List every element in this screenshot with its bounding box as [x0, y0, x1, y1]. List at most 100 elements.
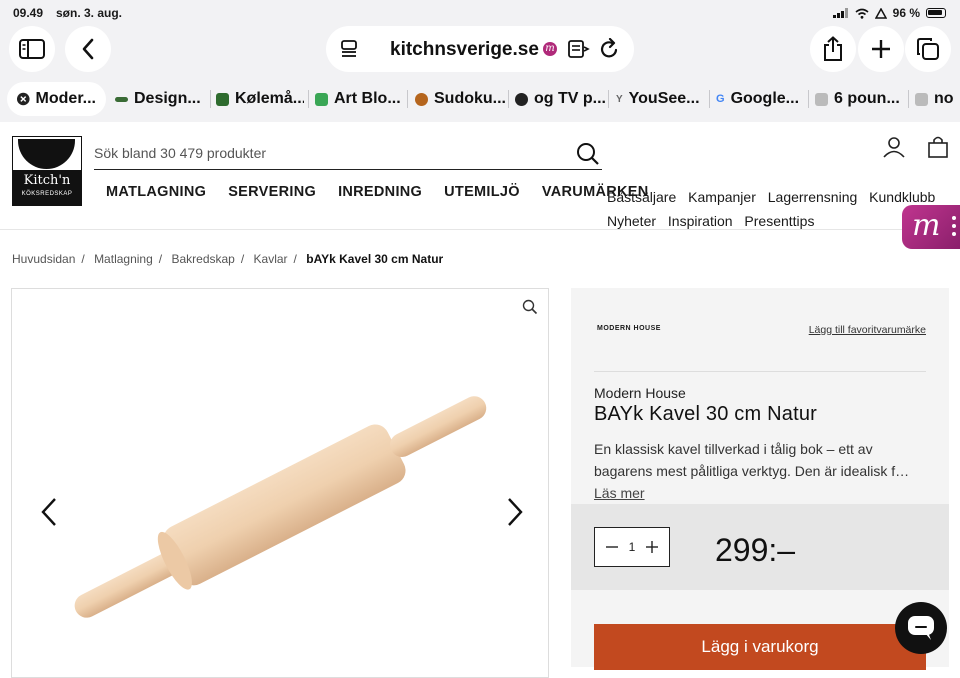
- page-menu-icon: [341, 40, 357, 57]
- nav-bastsaljare[interactable]: Bästsäljare: [607, 189, 676, 205]
- nav-presenttips[interactable]: Presenttips: [744, 213, 814, 229]
- address-bar[interactable]: kitchnsverige.se m: [326, 26, 634, 72]
- tab-label: Sudoku...: [434, 90, 505, 107]
- generic-favicon-icon: [815, 92, 828, 106]
- tab-bar: Moder... Design... Kølemå... Art Blo... …: [0, 76, 960, 122]
- account-icon[interactable]: [883, 136, 905, 158]
- zoom-icon[interactable]: [522, 299, 538, 315]
- site-logo[interactable]: Kitch'n KÖKSREDSKAP: [12, 136, 82, 206]
- chat-icon: [908, 616, 934, 640]
- nav-servering[interactable]: SERVERING: [228, 184, 316, 200]
- breadcrumb-current: bAYk Kavel 30 cm Natur: [306, 252, 444, 266]
- tab-modern[interactable]: Moder...: [7, 82, 106, 116]
- tv-favicon-icon: [515, 92, 528, 106]
- tab-label: Art Blo...: [334, 90, 401, 107]
- back-button[interactable]: [65, 26, 111, 72]
- tab-label: Design...: [134, 90, 201, 107]
- secondary-nav: Bästsäljare Kampanjer Lagerrensning Kund…: [607, 185, 947, 233]
- close-icon[interactable]: [17, 92, 30, 106]
- main-nav: MATLAGNING SERVERING INREDNING UTEMILJÖ …: [106, 184, 671, 200]
- tab-yousee[interactable]: Y YouSee...: [616, 82, 706, 116]
- tabs-overview-button[interactable]: [905, 26, 951, 72]
- divider: [594, 371, 926, 372]
- chat-button[interactable]: [895, 602, 947, 654]
- nav-inspiration[interactable]: Inspiration: [668, 213, 733, 229]
- tabs-icon: [917, 38, 939, 60]
- battery-icon: [926, 8, 946, 18]
- google-favicon-icon: G: [716, 93, 725, 105]
- read-more-link[interactable]: Läs mer: [594, 485, 645, 501]
- add-to-cart-button[interactable]: Lägg i varukorg: [594, 624, 926, 670]
- quantity-value[interactable]: 1: [629, 540, 636, 554]
- status-time: 09.49: [13, 6, 44, 20]
- breadcrumb-link[interactable]: Huvudsidan: [12, 252, 75, 266]
- breadcrumb-link[interactable]: Kavlar: [254, 252, 288, 266]
- nav-kundklubb[interactable]: Kundklubb: [869, 189, 935, 205]
- tab-google[interactable]: G Google...: [716, 82, 804, 116]
- tab-tv[interactable]: og TV p...: [515, 82, 605, 116]
- search-icon[interactable]: [576, 142, 600, 166]
- tab-kolema[interactable]: Kølemå...: [216, 82, 304, 116]
- yousee-favicon-icon: Y: [616, 93, 623, 105]
- product-image: [74, 396, 487, 618]
- breadcrumb-link[interactable]: Bakredskap: [171, 252, 234, 266]
- breadcrumb-link[interactable]: Matlagning: [94, 252, 153, 266]
- search-input[interactable]: [94, 138, 554, 168]
- brand-logo[interactable]: MODERN HOUSE: [597, 325, 661, 332]
- reader-icon[interactable]: [568, 39, 590, 59]
- description-text: En klassisk kavel tillverkad i tålig bok…: [594, 441, 910, 479]
- browser-toolbar: kitchnsverige.se m: [0, 24, 960, 76]
- share-icon: [824, 36, 842, 61]
- tab-art[interactable]: Art Blo...: [315, 82, 403, 116]
- nav-inredning[interactable]: INREDNING: [338, 184, 422, 200]
- tab-label: YouSee...: [628, 90, 700, 107]
- status-right: 96 %: [832, 6, 946, 20]
- reload-icon[interactable]: [600, 38, 620, 60]
- tab-separator: [210, 90, 211, 108]
- quantity-stepper: 1: [594, 527, 670, 567]
- favorite-brand-link[interactable]: Lägg till favoritvarumärke: [809, 324, 926, 336]
- sidebar-icon: [19, 39, 45, 59]
- product-description: En klassisk kavel tillverkad i tålig bok…: [594, 438, 929, 504]
- nav-matlagning[interactable]: MATLAGNING: [106, 184, 206, 200]
- status-bar: 09.49 søn. 3. aug. 96 %: [0, 0, 960, 24]
- tab-pound[interactable]: 6 poun...: [815, 82, 905, 116]
- generic-favicon-icon: [915, 92, 928, 106]
- tab-no[interactable]: no: [915, 82, 960, 116]
- battery-percent: 96 %: [892, 6, 920, 20]
- next-image-button[interactable]: [506, 497, 524, 527]
- minus-icon[interactable]: [605, 540, 619, 554]
- nav-nyheter[interactable]: Nyheter: [607, 213, 656, 229]
- tab-separator: [808, 90, 809, 108]
- share-button[interactable]: [810, 26, 856, 72]
- tab-label: Kølemå...: [235, 90, 304, 107]
- tab-label: 6 poun...: [834, 90, 900, 107]
- extension-badge-icon[interactable]: m: [543, 42, 557, 56]
- art-favicon-icon: [315, 92, 328, 106]
- sidebar-button[interactable]: [9, 26, 55, 72]
- tab-separator: [608, 90, 609, 108]
- design-favicon-icon: [115, 96, 128, 102]
- new-tab-button[interactable]: [858, 26, 904, 72]
- search-bar: [94, 138, 602, 170]
- vpn-icon: [874, 7, 887, 19]
- cart-icon[interactable]: [928, 136, 948, 158]
- product-info-panel: MODERN HOUSE Lägg till favoritvarumärke …: [571, 288, 949, 670]
- site-header: Kitch'n KÖKSREDSKAP MATLAGNING SERVERING…: [0, 122, 960, 230]
- sudoku-favicon-icon: [415, 92, 428, 106]
- prev-image-button[interactable]: [40, 497, 58, 527]
- wifi-icon: [855, 8, 869, 19]
- nav-utemiljo[interactable]: UTEMILJÖ: [444, 184, 520, 200]
- extension-floating-button[interactable]: m: [902, 205, 960, 249]
- tab-design[interactable]: Design...: [115, 82, 207, 116]
- nav-kampanjer[interactable]: Kampanjer: [688, 189, 756, 205]
- tab-label: Moder...: [35, 90, 96, 107]
- tab-label: Google...: [730, 90, 800, 107]
- tab-label: og TV p...: [534, 90, 605, 107]
- plus-icon[interactable]: [645, 540, 659, 554]
- tab-sudoku[interactable]: Sudoku...: [415, 82, 505, 116]
- nav-lagerrensning[interactable]: Lagerrensning: [768, 189, 858, 205]
- logo-name: Kitch'n: [23, 173, 71, 188]
- product-brand[interactable]: Modern House: [594, 385, 686, 401]
- breadcrumb: Huvudsidan / Matlagning / Bakredskap / Kavl…: [12, 252, 444, 266]
